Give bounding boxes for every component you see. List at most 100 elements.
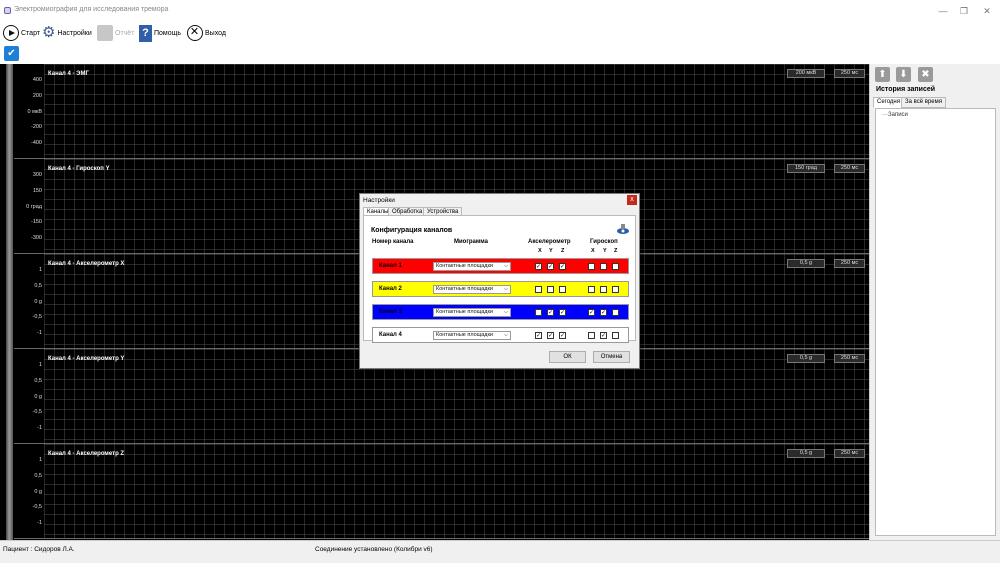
axis-tick: 0,5 bbox=[34, 473, 42, 479]
channel-strip: Канал 4 - Акселерометр Z 1 0,5 0 g -0,5 -1 0,5… bbox=[14, 444, 869, 539]
gyro-y-header: Y bbox=[603, 248, 607, 254]
gyro-checkbox[interactable] bbox=[600, 286, 607, 293]
amplitude-scale-box[interactable]: 0,5 g bbox=[787, 449, 825, 458]
accel-checkbox[interactable] bbox=[559, 286, 566, 293]
help-button[interactable]: ? Помощь bbox=[139, 24, 181, 42]
window-title: Электромиография для исследования тремор… bbox=[14, 6, 169, 13]
report-icon bbox=[97, 25, 113, 41]
myogram-select[interactable]: Контактные площадки ⌵ bbox=[433, 285, 511, 294]
channel-config-row: Канал 4 Контактные площадки ⌵ ✓ ✓ ✓ ✓ bbox=[372, 327, 629, 343]
app-icon bbox=[4, 7, 11, 14]
tab-today[interactable]: Сегодня bbox=[873, 97, 904, 108]
amplitude-scale-box[interactable]: 0,5 g bbox=[787, 259, 825, 268]
gyro-checkbox[interactable]: ✓ bbox=[600, 309, 607, 316]
gear-icon: ⚙ bbox=[42, 24, 56, 41]
cancel-button[interactable]: Отмена bbox=[593, 351, 630, 363]
channel-config-row: Канал 2 Контактные площадки ⌵ bbox=[372, 281, 629, 297]
accel-checkbox[interactable]: ✓ bbox=[535, 332, 542, 339]
myogram-select[interactable]: Контактные площадки ⌵ bbox=[433, 308, 511, 317]
accel-checkbox[interactable] bbox=[535, 286, 542, 293]
exit-button[interactable]: ✕ Выход bbox=[187, 24, 226, 42]
check-icon[interactable]: ✔ bbox=[4, 46, 19, 61]
chevron-down-icon: ⌵ bbox=[503, 263, 508, 269]
arrow-down-icon[interactable]: ⬇ bbox=[896, 67, 911, 82]
dialog-title: Настройки bbox=[363, 197, 395, 204]
maximize-button[interactable]: ❐ bbox=[957, 4, 971, 18]
tree-item-records[interactable]: ···Записи bbox=[882, 112, 908, 118]
gyro-checkbox[interactable] bbox=[612, 263, 619, 270]
arrow-up-icon[interactable]: ⬆ bbox=[875, 67, 890, 82]
accel-checkbox[interactable]: ✓ bbox=[559, 332, 566, 339]
title-bar: Электромиография для исследования тремор… bbox=[0, 0, 1000, 22]
axis-tick: 300 bbox=[32, 172, 42, 178]
accel-checkbox[interactable]: ✓ bbox=[535, 263, 542, 270]
axis-tick: 400 bbox=[32, 77, 42, 83]
time-scale-box[interactable]: 250 мс bbox=[834, 69, 865, 78]
accel-checkbox[interactable] bbox=[547, 286, 554, 293]
time-scale-box[interactable]: 250 мс bbox=[834, 354, 865, 363]
axis-tick: 1 bbox=[38, 267, 42, 273]
accel-y-header: Y bbox=[549, 248, 553, 254]
channel-name: Канал 4 bbox=[379, 332, 402, 338]
axis-tick: -300 bbox=[30, 235, 42, 241]
minimize-button[interactable]: — bbox=[936, 4, 950, 18]
delete-icon[interactable]: ✖ bbox=[918, 67, 933, 82]
channel-config-row: Канал 1 Контактные площадки ⌵ ✓ ✓ ✓ bbox=[372, 258, 629, 274]
tab-all-time[interactable]: За всё время bbox=[901, 97, 946, 108]
ok-button[interactable]: ОК bbox=[549, 351, 586, 363]
header-channel-number: Номер канала bbox=[372, 239, 414, 245]
channel-name: Канал 1 bbox=[379, 263, 402, 269]
axis-tick: -1 bbox=[37, 330, 42, 336]
amplitude-scale-box[interactable]: 150 град bbox=[787, 164, 825, 173]
main-toolbar: Старт ⚙ Настройки Отчёт ? Помощь ✕ Выход bbox=[0, 22, 1000, 44]
gyro-checkbox[interactable] bbox=[612, 286, 619, 293]
axis-tick: -150 bbox=[30, 219, 42, 225]
gyro-checkbox[interactable]: ✓ bbox=[600, 332, 607, 339]
settings-button[interactable]: ⚙ Настройки bbox=[42, 24, 92, 42]
connection-status: Соединение установлено (Колибри v6) bbox=[315, 546, 433, 553]
accel-checkbox[interactable]: ✓ bbox=[559, 263, 566, 270]
time-scale-box[interactable]: 250 мс bbox=[834, 164, 865, 173]
plot-grid bbox=[44, 444, 869, 538]
header-accelerometer: Акселерометр bbox=[528, 239, 571, 245]
accel-checkbox[interactable]: ✓ bbox=[547, 263, 554, 270]
gyro-checkbox[interactable] bbox=[588, 332, 595, 339]
gyro-checkbox[interactable]: ✓ bbox=[588, 309, 595, 316]
gyro-checkbox[interactable] bbox=[588, 263, 595, 270]
axis-tick: 1 bbox=[38, 457, 42, 463]
time-scale-box[interactable]: 250 мс bbox=[834, 449, 865, 458]
axis-tick: -200 bbox=[30, 124, 42, 130]
settings-dialog: Настройки x Каналы Обработка Устройства … bbox=[359, 193, 640, 369]
status-bar: Пациент : Сидоров Л.А. Соединение устано… bbox=[0, 540, 1000, 563]
start-button[interactable]: Старт bbox=[3, 24, 40, 42]
config-heading: Конфигурация каналов bbox=[371, 227, 453, 234]
myogram-select[interactable]: Контактные площадки ⌵ bbox=[433, 262, 511, 271]
plot-grid bbox=[44, 64, 869, 158]
channel-strip: Канал 4 - ЭМГ 400 200 0 мкВ -200 -400 200 мкВ 2… bbox=[14, 64, 869, 159]
accel-checkbox[interactable]: ✓ bbox=[559, 309, 566, 316]
axis-tick: 0 g bbox=[34, 489, 42, 495]
history-panel: ⬆ ⬇ ✖ История записей Сегодня За всё вре… bbox=[869, 64, 1000, 540]
time-scale-box[interactable]: 250 мс bbox=[834, 259, 865, 268]
axis-tick: -0,5 bbox=[32, 504, 42, 510]
plot-scrollbar[interactable] bbox=[6, 64, 13, 540]
gyro-checkbox[interactable] bbox=[600, 263, 607, 270]
accel-checkbox[interactable]: ✓ bbox=[547, 332, 554, 339]
channel-name: Канал 3 bbox=[379, 309, 402, 315]
gyro-checkbox[interactable] bbox=[612, 332, 619, 339]
accel-checkbox[interactable] bbox=[535, 309, 542, 316]
close-window-button[interactable]: ✕ bbox=[980, 4, 994, 18]
accel-checkbox[interactable]: ✓ bbox=[547, 309, 554, 316]
report-button[interactable]: Отчёт bbox=[97, 24, 134, 42]
chevron-down-icon: ⌵ bbox=[503, 309, 508, 315]
history-tree[interactable]: ···Записи bbox=[875, 108, 996, 536]
exit-label: Выход bbox=[205, 29, 226, 37]
start-label: Старт bbox=[21, 29, 41, 37]
amplitude-scale-box[interactable]: 200 мкВ bbox=[787, 69, 825, 78]
gyro-checkbox[interactable] bbox=[612, 309, 619, 316]
myogram-select[interactable]: Контактные площадки ⌵ bbox=[433, 331, 511, 340]
amplitude-scale-box[interactable]: 0,5 g bbox=[787, 354, 825, 363]
gyro-z-header: Z bbox=[614, 248, 618, 254]
gyro-checkbox[interactable] bbox=[588, 286, 595, 293]
dialog-close-button[interactable]: x bbox=[627, 195, 637, 205]
